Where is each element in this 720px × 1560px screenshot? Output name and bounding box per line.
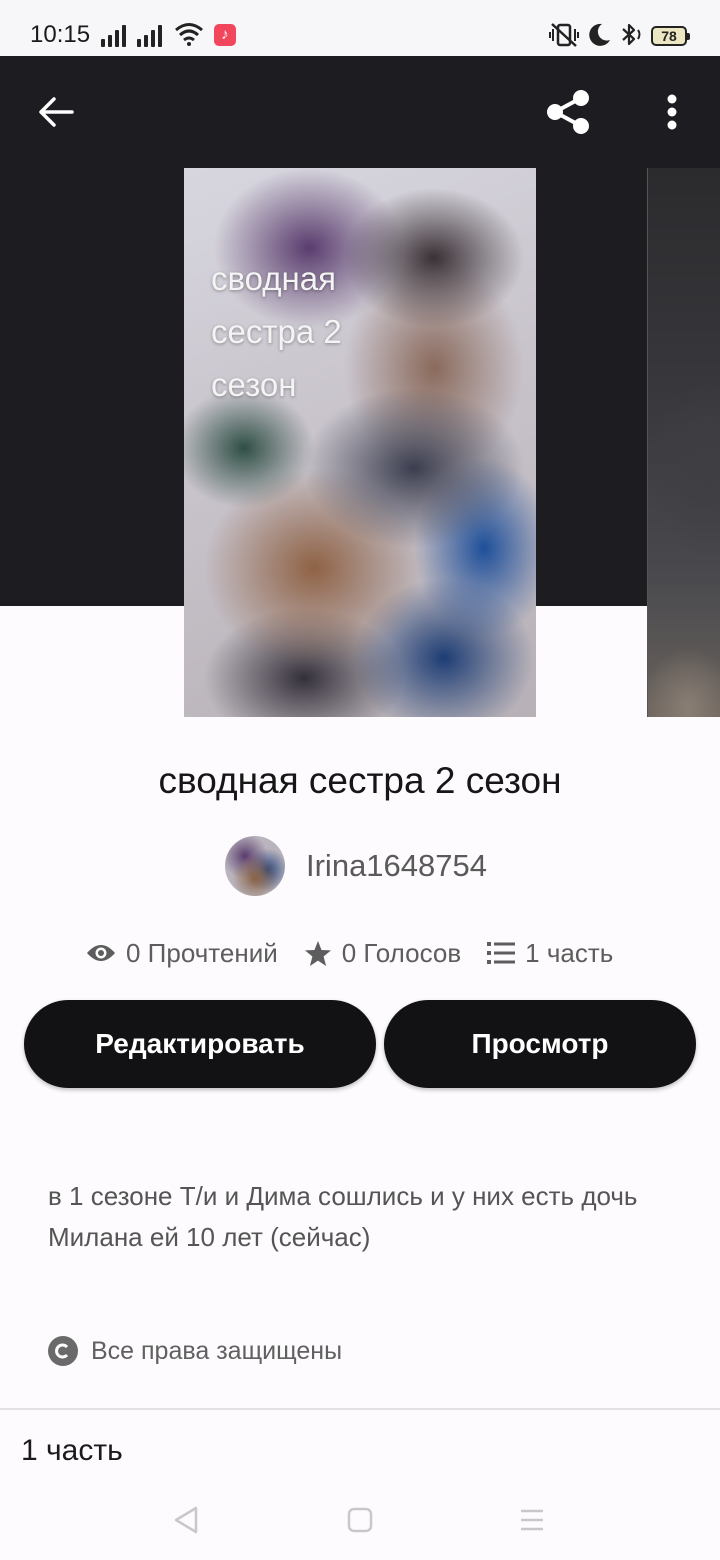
votes-stat: 0 Голосов (304, 938, 461, 969)
system-navigation-bar (0, 1480, 720, 1560)
next-story-cover[interactable] (647, 168, 720, 717)
cover-title-line: сводная (211, 260, 336, 297)
bluetooth-icon (622, 23, 641, 46)
wifi-icon (175, 23, 203, 46)
reads-stat: 0 Прочтений (86, 938, 278, 969)
nav-home-button[interactable] (336, 1496, 384, 1544)
more-vertical-icon (667, 94, 677, 130)
cover-title: сводная сестра 2 сезон (211, 252, 511, 411)
battery-icon: 78 (651, 26, 690, 46)
signal-icon (101, 25, 131, 47)
signal-icon (137, 25, 167, 47)
square-home-icon (347, 1507, 373, 1533)
copyright-text: Все права защищены (91, 1336, 343, 1365)
menu-lines-icon (521, 1509, 543, 1531)
status-time: 10:15 (30, 21, 91, 48)
view-button[interactable]: Просмотр (384, 1000, 696, 1088)
story-description: в 1 сезоне Т/и и Дима сошлись и у них ес… (48, 1181, 638, 1252)
story-stats: 0 Прочтений 0 Голосов 1 часть (86, 933, 639, 973)
do-not-disturb-moon-icon (589, 23, 610, 46)
back-button[interactable] (28, 84, 84, 140)
nav-back-button[interactable] (162, 1496, 210, 1544)
arrow-left-icon (39, 97, 74, 127)
copyright-notice: Все права защищены (48, 1336, 342, 1366)
parts-section-label[interactable]: 1 часть (21, 1434, 123, 1468)
status-bar: 10:15 ♪ 78 (0, 0, 720, 56)
author-link[interactable]: Irina1648754 (225, 836, 487, 896)
share-icon (547, 90, 589, 134)
cover-title-line: сезон (211, 366, 297, 403)
music-app-icon: ♪ (214, 24, 236, 46)
share-button[interactable] (538, 84, 598, 140)
divider (0, 1408, 720, 1410)
parts-count: 1 часть (525, 937, 614, 968)
list-icon (487, 942, 516, 964)
copyright-icon (48, 1336, 78, 1366)
star-icon (304, 940, 331, 966)
reads-count: 0 Прочтений (126, 937, 278, 968)
more-options-button[interactable] (652, 84, 692, 140)
edit-button[interactable]: Редактировать (24, 1000, 376, 1088)
triangle-back-icon (174, 1506, 198, 1534)
story-cover[interactable]: сводная сестра 2 сезон (184, 168, 536, 717)
story-title: сводная сестра 2 сезон (158, 760, 562, 801)
nav-menu-button[interactable] (508, 1496, 556, 1544)
avatar (225, 836, 285, 896)
votes-count: 0 Голосов (341, 937, 462, 968)
parts-stat: 1 часть (487, 938, 613, 969)
cover-title-line: сестра 2 (211, 313, 342, 350)
author-name: Irina1648754 (306, 848, 487, 883)
vibrate-off-icon (549, 23, 579, 47)
eye-icon (87, 945, 115, 961)
